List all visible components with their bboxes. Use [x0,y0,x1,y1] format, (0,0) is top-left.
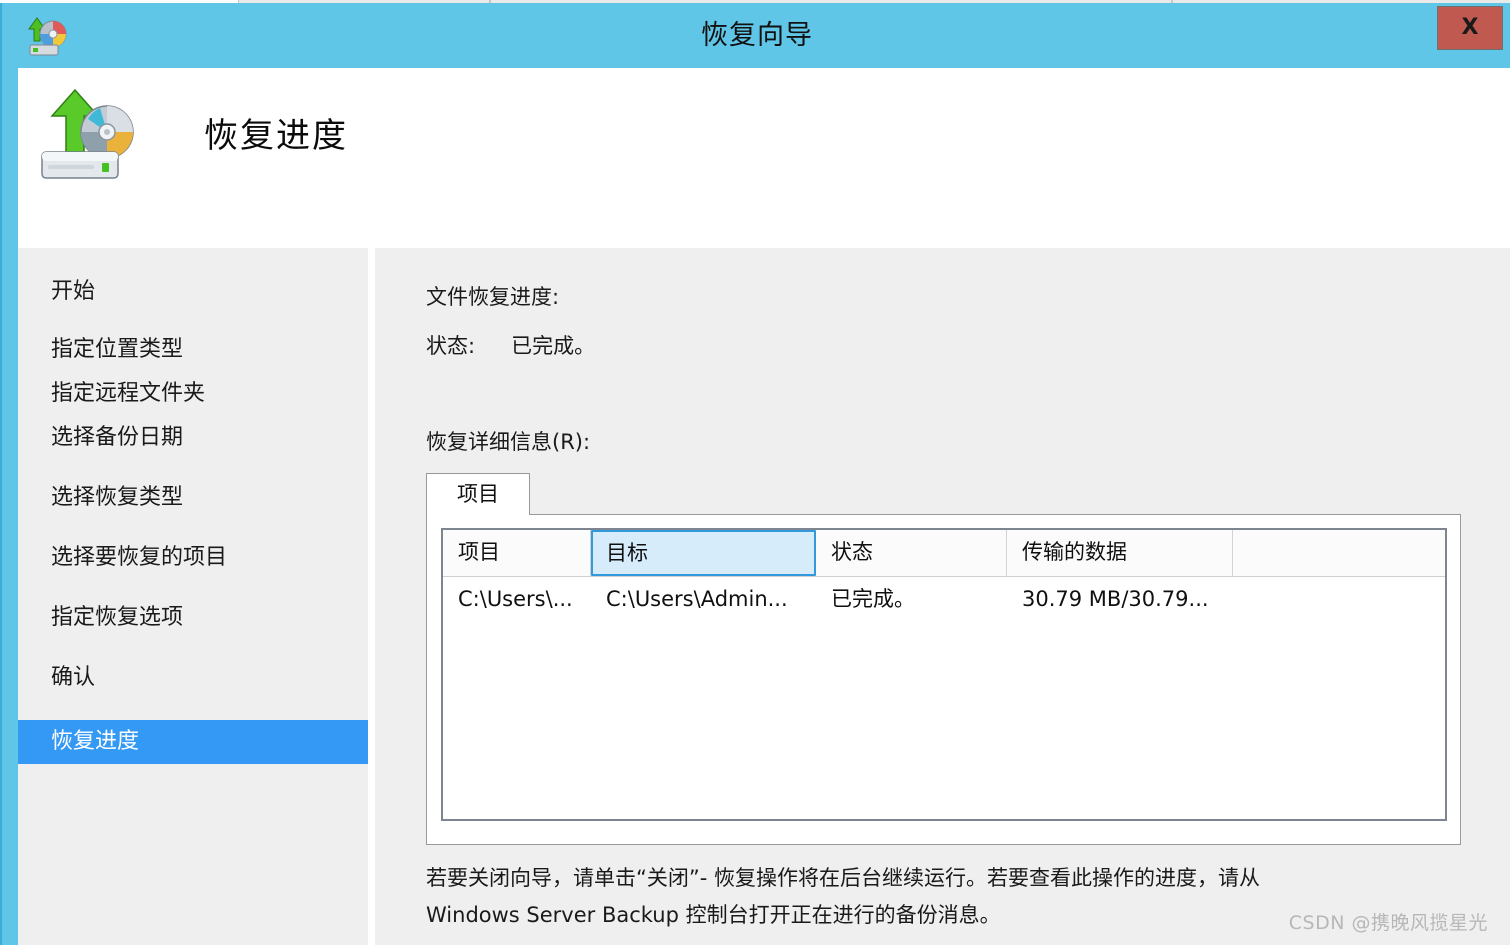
column-header-filler[interactable] [1233,530,1445,576]
sidebar-item-label: 恢复进度 [51,729,140,754]
sidebar-item-select-items[interactable]: 选择要恢复的项目 [18,536,368,580]
listview-header: 项目 目标 状态 传输的数据 [443,530,1445,577]
footer-note-line-1: 若要关闭向导，请单击“关闭”- 恢复操作将在后台继续运行。若要查看此操作的进度，… [426,866,1261,890]
details-tabstrip: 项目 [426,473,1461,516]
cell-item: C:\Users\... [458,587,573,611]
sidebar-item-label: 选择恢复类型 [51,485,184,510]
sidebar-item-label: 开始 [51,279,96,304]
sidebar-item-remote-folder[interactable]: 指定远程文件夹 [18,372,368,416]
details-tab-panel: 项目 目标 状态 传输的数据 C:\Users\... C:\Users\Adm… [426,515,1461,845]
sidebar-item-label: 指定恢复选项 [51,605,184,630]
cell-status: 已完成。 [831,587,915,611]
column-header-item[interactable]: 项目 [443,530,591,576]
column-header-transferred[interactable]: 传输的数据 [1007,530,1233,576]
window-title: 恢复向导 [701,20,813,51]
watermark: CSDN @携晚风揽星光 [1288,912,1488,934]
sidebar-item-label: 选择备份日期 [51,425,184,450]
title-bar: 恢复向导 X [0,3,1510,68]
sidebar-item-recovery-progress[interactable]: 恢复进度 [18,720,368,764]
recovery-wizard-window: 恢复向导 X 恢复进度 开始 指定位置类型 指定远程文件夹 选择备份日期 选择恢… [0,3,1510,945]
sidebar-item-recovery-options[interactable]: 指定恢复选项 [18,596,368,640]
wizard-body: 开始 指定位置类型 指定远程文件夹 选择备份日期 选择恢复类型 选择要恢复的项目… [18,248,1510,945]
cell-target: C:\Users\Admin... [606,587,788,611]
sidebar-item-label: 选择要恢复的项目 [51,545,228,570]
sidebar-item-label: 指定远程文件夹 [51,381,206,406]
page-header: 恢复进度 [18,68,1510,248]
sidebar-item-start[interactable]: 开始 [18,270,368,314]
table-row[interactable]: C:\Users\... C:\Users\Admin... 已完成。 30.7… [443,577,1445,623]
wizard-main-panel: 文件恢复进度: 状态: 已完成。 恢复详细信息(R): 项目 项目 目标 状态 … [375,248,1510,945]
wizard-sidebar: 开始 指定位置类型 指定远程文件夹 选择备份日期 选择恢复类型 选择要恢复的项目… [18,248,368,945]
recovery-details-label: 恢复详细信息(R): [426,430,591,454]
screen: 恢复向导 X 恢复进度 开始 指定位置类型 指定远程文件夹 选择备份日期 选择恢… [0,0,1510,945]
status-label: 状态: [426,334,476,358]
sidebar-item-backup-date[interactable]: 选择备份日期 [18,416,368,460]
restore-drive-icon [34,86,146,191]
close-button[interactable]: X [1437,6,1503,50]
cell-transferred: 30.79 MB/30.79... [1022,587,1209,611]
file-progress-label: 文件恢复进度: [426,285,560,309]
column-header-status[interactable]: 状态 [816,530,1007,576]
page-title: 恢复进度 [204,116,348,156]
sidebar-item-label: 指定位置类型 [51,337,184,362]
tab-items[interactable]: 项目 [426,473,530,516]
sidebar-item-label: 确认 [51,665,96,690]
sidebar-item-confirmation[interactable]: 确认 [18,656,368,700]
sidebar-item-recovery-type[interactable]: 选择恢复类型 [18,476,368,520]
status-row: 状态: 已完成。 [426,330,595,360]
recovery-items-listview[interactable]: 项目 目标 状态 传输的数据 C:\Users\... C:\Users\Adm… [441,528,1447,821]
window-accent-strip [0,68,18,945]
status-value: 已完成。 [511,334,596,358]
column-header-target[interactable]: 目标 [591,530,816,576]
sidebar-item-location-type[interactable]: 指定位置类型 [18,328,368,372]
